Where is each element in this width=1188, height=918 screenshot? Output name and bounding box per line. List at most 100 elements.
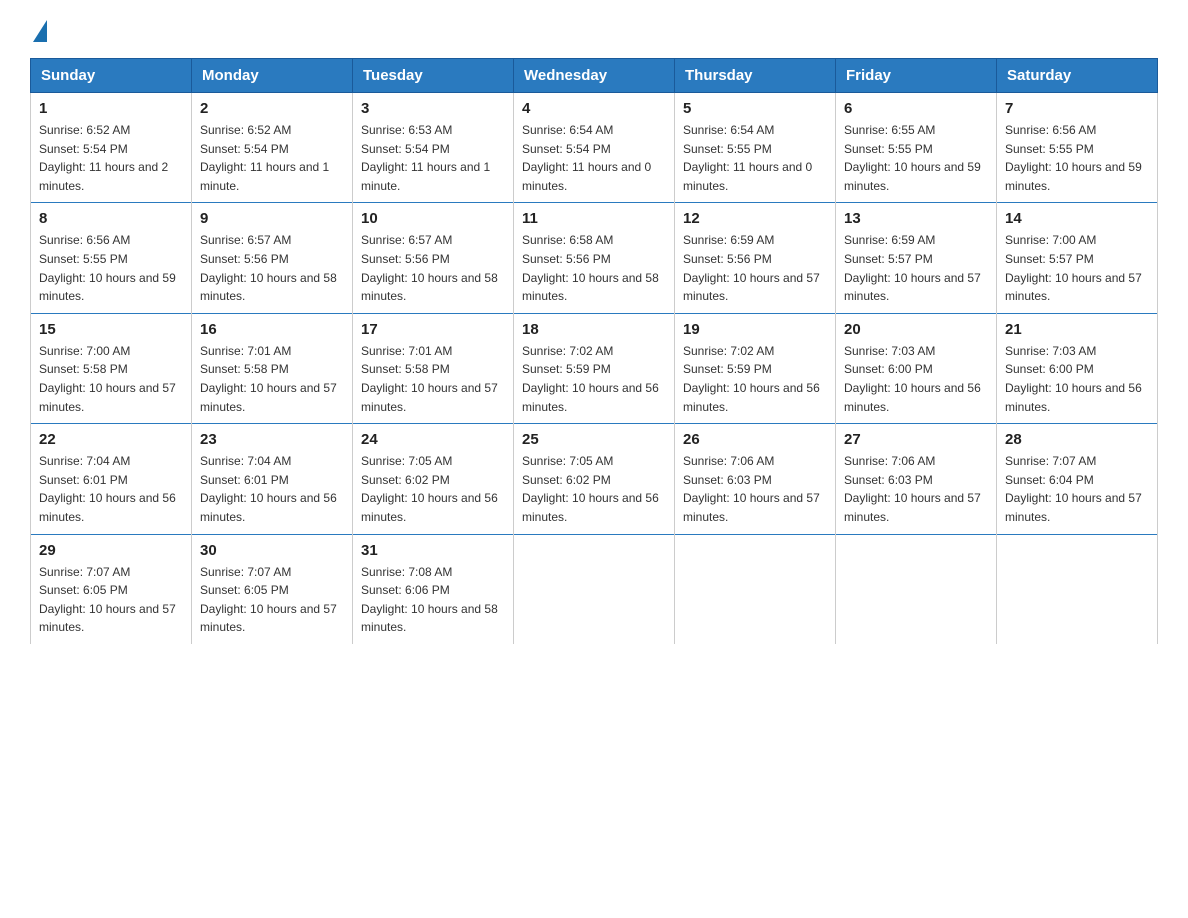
day-info: Sunrise: 6:52 AMSunset: 5:54 PMDaylight:… xyxy=(39,121,183,195)
calendar-cell: 29Sunrise: 7:07 AMSunset: 6:05 PMDayligh… xyxy=(31,534,192,644)
day-number: 26 xyxy=(683,431,827,448)
day-number: 17 xyxy=(361,321,505,338)
day-info: Sunrise: 7:05 AMSunset: 6:02 PMDaylight:… xyxy=(522,452,666,526)
day-number: 24 xyxy=(361,431,505,448)
column-header-wednesday: Wednesday xyxy=(514,59,675,93)
calendar-cell: 11 Sunrise: 6:58 AMSunset: 5:56 PMDayligh… xyxy=(514,203,675,313)
day-info: Sunrise: 7:00 AMSunset: 5:58 PMDaylight:… xyxy=(39,342,183,416)
day-number: 21 xyxy=(1005,321,1149,338)
day-info: Sunrise: 6:56 AMSunset: 5:55 PMDaylight:… xyxy=(39,231,183,305)
calendar-cell: 8 Sunrise: 6:56 AMSunset: 5:55 PMDaylight… xyxy=(31,203,192,313)
calendar-cell xyxy=(514,534,675,644)
day-info: Sunrise: 7:00 AMSunset: 5:57 PMDaylight:… xyxy=(1005,231,1149,305)
day-info: Sunrise: 6:59 AMSunset: 5:57 PMDaylight:… xyxy=(844,231,988,305)
day-info: Sunrise: 7:06 AMSunset: 6:03 PMDaylight:… xyxy=(683,452,827,526)
day-number: 28 xyxy=(1005,431,1149,448)
day-number: 27 xyxy=(844,431,988,448)
calendar-cell: 14 Sunrise: 7:00 AMSunset: 5:57 PMDayligh… xyxy=(997,203,1158,313)
calendar-cell: 4 Sunrise: 6:54 AMSunset: 5:54 PMDaylight… xyxy=(514,93,675,203)
day-info: Sunrise: 6:59 AMSunset: 5:56 PMDaylight:… xyxy=(683,231,827,305)
calendar-cell: 23 Sunrise: 7:04 AMSunset: 6:01 PMDayligh… xyxy=(192,424,353,534)
page-header xyxy=(30,20,1158,40)
day-number: 6 xyxy=(844,100,988,117)
calendar-cell: 12 Sunrise: 6:59 AMSunset: 5:56 PMDayligh… xyxy=(675,203,836,313)
calendar-cell: 13 Sunrise: 6:59 AMSunset: 5:57 PMDayligh… xyxy=(836,203,997,313)
calendar-cell: 9 Sunrise: 6:57 AMSunset: 5:56 PMDaylight… xyxy=(192,203,353,313)
calendar-week-row: 15 Sunrise: 7:00 AMSunset: 5:58 PMDayligh… xyxy=(31,313,1158,423)
day-number: 1 xyxy=(39,100,183,117)
calendar-cell: 17Sunrise: 7:01 AMSunset: 5:58 PMDayligh… xyxy=(353,313,514,423)
day-number: 20 xyxy=(844,321,988,338)
calendar-cell xyxy=(836,534,997,644)
calendar-cell: 22 Sunrise: 7:04 AMSunset: 6:01 PMDayligh… xyxy=(31,424,192,534)
column-header-sunday: Sunday xyxy=(31,59,192,93)
calendar-week-row: 8 Sunrise: 6:56 AMSunset: 5:55 PMDaylight… xyxy=(31,203,1158,313)
day-number: 25 xyxy=(522,431,666,448)
day-number: 22 xyxy=(39,431,183,448)
day-info: Sunrise: 7:01 AMSunset: 5:58 PMDaylight:… xyxy=(200,342,344,416)
day-number: 18 xyxy=(522,321,666,338)
day-number: 13 xyxy=(844,210,988,227)
calendar-cell: 27Sunrise: 7:06 AMSunset: 6:03 PMDayligh… xyxy=(836,424,997,534)
day-number: 16 xyxy=(200,321,344,338)
calendar-cell: 26 Sunrise: 7:06 AMSunset: 6:03 PMDayligh… xyxy=(675,424,836,534)
logo-triangle-icon xyxy=(33,20,47,42)
calendar-cell xyxy=(675,534,836,644)
day-number: 7 xyxy=(1005,100,1149,117)
calendar-week-row: 29Sunrise: 7:07 AMSunset: 6:05 PMDayligh… xyxy=(31,534,1158,644)
column-header-monday: Monday xyxy=(192,59,353,93)
calendar-cell: 31Sunrise: 7:08 AMSunset: 6:06 PMDayligh… xyxy=(353,534,514,644)
day-number: 23 xyxy=(200,431,344,448)
day-info: Sunrise: 6:57 AMSunset: 5:56 PMDaylight:… xyxy=(200,231,344,305)
calendar-cell: 15 Sunrise: 7:00 AMSunset: 5:58 PMDayligh… xyxy=(31,313,192,423)
logo xyxy=(30,20,47,40)
day-info: Sunrise: 7:02 AMSunset: 5:59 PMDaylight:… xyxy=(683,342,827,416)
day-info: Sunrise: 7:08 AMSunset: 6:06 PMDaylight:… xyxy=(361,563,505,637)
calendar-cell: 21 Sunrise: 7:03 AMSunset: 6:00 PMDayligh… xyxy=(997,313,1158,423)
day-number: 9 xyxy=(200,210,344,227)
day-info: Sunrise: 7:03 AMSunset: 6:00 PMDaylight:… xyxy=(1005,342,1149,416)
day-info: Sunrise: 7:05 AMSunset: 6:02 PMDaylight:… xyxy=(361,452,505,526)
day-number: 5 xyxy=(683,100,827,117)
day-number: 8 xyxy=(39,210,183,227)
day-number: 15 xyxy=(39,321,183,338)
day-info: Sunrise: 7:04 AMSunset: 6:01 PMDaylight:… xyxy=(39,452,183,526)
calendar-cell xyxy=(997,534,1158,644)
day-number: 19 xyxy=(683,321,827,338)
day-info: Sunrise: 7:07 AMSunset: 6:05 PMDaylight:… xyxy=(39,563,183,637)
calendar-cell: 10 Sunrise: 6:57 AMSunset: 5:56 PMDayligh… xyxy=(353,203,514,313)
calendar-cell: 25 Sunrise: 7:05 AMSunset: 6:02 PMDayligh… xyxy=(514,424,675,534)
column-header-thursday: Thursday xyxy=(675,59,836,93)
day-info: Sunrise: 6:54 AMSunset: 5:55 PMDaylight:… xyxy=(683,121,827,195)
day-info: Sunrise: 6:54 AMSunset: 5:54 PMDaylight:… xyxy=(522,121,666,195)
day-info: Sunrise: 6:52 AMSunset: 5:54 PMDaylight:… xyxy=(200,121,344,195)
day-number: 2 xyxy=(200,100,344,117)
day-number: 12 xyxy=(683,210,827,227)
calendar-week-row: 22 Sunrise: 7:04 AMSunset: 6:01 PMDayligh… xyxy=(31,424,1158,534)
day-number: 10 xyxy=(361,210,505,227)
day-info: Sunrise: 6:57 AMSunset: 5:56 PMDaylight:… xyxy=(361,231,505,305)
day-info: Sunrise: 7:04 AMSunset: 6:01 PMDaylight:… xyxy=(200,452,344,526)
column-header-tuesday: Tuesday xyxy=(353,59,514,93)
column-header-saturday: Saturday xyxy=(997,59,1158,93)
day-number: 4 xyxy=(522,100,666,117)
day-info: Sunrise: 7:07 AMSunset: 6:05 PMDaylight:… xyxy=(200,563,344,637)
day-info: Sunrise: 7:07 AMSunset: 6:04 PMDaylight:… xyxy=(1005,452,1149,526)
day-info: Sunrise: 6:58 AMSunset: 5:56 PMDaylight:… xyxy=(522,231,666,305)
calendar-cell: 5 Sunrise: 6:54 AMSunset: 5:55 PMDaylight… xyxy=(675,93,836,203)
column-header-friday: Friday xyxy=(836,59,997,93)
calendar-week-row: 1 Sunrise: 6:52 AMSunset: 5:54 PMDaylight… xyxy=(31,93,1158,203)
calendar-cell: 2 Sunrise: 6:52 AMSunset: 5:54 PMDaylight… xyxy=(192,93,353,203)
day-number: 14 xyxy=(1005,210,1149,227)
calendar-header-row: SundayMondayTuesdayWednesdayThursdayFrid… xyxy=(31,59,1158,93)
day-info: Sunrise: 6:55 AMSunset: 5:55 PMDaylight:… xyxy=(844,121,988,195)
calendar-cell: 30 Sunrise: 7:07 AMSunset: 6:05 PMDayligh… xyxy=(192,534,353,644)
calendar-cell: 1 Sunrise: 6:52 AMSunset: 5:54 PMDaylight… xyxy=(31,93,192,203)
day-number: 30 xyxy=(200,542,344,559)
calendar-cell: 16 Sunrise: 7:01 AMSunset: 5:58 PMDayligh… xyxy=(192,313,353,423)
calendar-cell: 6 Sunrise: 6:55 AMSunset: 5:55 PMDaylight… xyxy=(836,93,997,203)
calendar-table: SundayMondayTuesdayWednesdayThursdayFrid… xyxy=(30,58,1158,644)
calendar-cell: 20Sunrise: 7:03 AMSunset: 6:00 PMDayligh… xyxy=(836,313,997,423)
day-number: 3 xyxy=(361,100,505,117)
day-number: 11 xyxy=(522,210,666,227)
